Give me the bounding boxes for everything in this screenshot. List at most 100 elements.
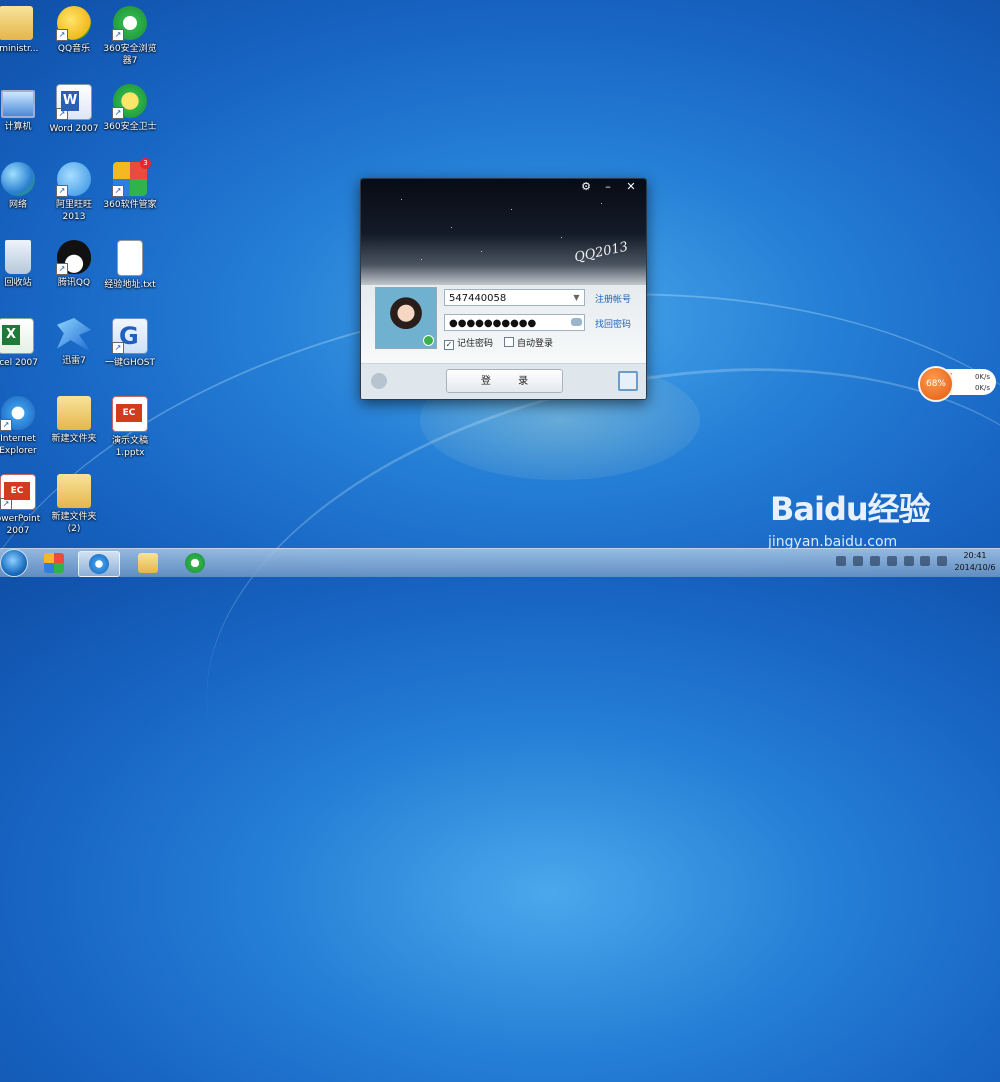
recover-password-link[interactable]: 找回密码 [595,317,631,330]
desktop-icon-new-folder[interactable]: 新建文件夹 [44,396,104,445]
network-speed-widget[interactable]: ↑ 0K/s ↓ 0K/s 68% [918,366,998,402]
desktop-icon-recycle-bin[interactable]: 回收站 [0,240,48,289]
expand-tray-icon[interactable] [852,556,863,566]
account-value: 547440058 [449,293,507,304]
usb-icon[interactable] [869,556,880,566]
icon-label: Internet Explorer [0,434,37,456]
desktop-icon-qq[interactable]: ↗ 腾讯QQ [44,240,104,289]
signal-icon[interactable] [903,556,914,566]
desktop-icon-ghost[interactable]: ↗ 一键GHOST [100,318,160,369]
taskbar-file-explorer[interactable] [128,551,168,575]
system-clock[interactable]: 20:41 2014/10/6 [950,550,1000,574]
qq-icon: ↗ [56,240,91,275]
browser-360-icon: ↗ [112,6,147,41]
qq-signature-logo: QQ2013 [572,239,629,266]
network-icon [1,162,35,196]
settings-icon[interactable]: ⚙ [575,179,597,194]
qq-login-window: QQ2013 ⚙ – ✕ 547440058 ▼ 注册帐号 ●●●●●●●●●●… [360,178,647,400]
icon-label: xcel 2007 [0,358,38,368]
clock-time: 20:41 [963,551,987,560]
icon-label: 迅雷7 [62,356,86,366]
shortcut-arrow-icon: ↗ [112,342,124,354]
excel-icon [0,318,34,354]
keyboard-icon[interactable] [571,318,582,326]
minimize-button[interactable]: – [597,179,619,194]
login-footer: 登 录 [361,363,646,399]
browser-360-icon [185,553,205,573]
powerpoint-icon: ↗ [0,474,36,510]
shortcut-arrow-icon: ↗ [56,185,68,197]
taskbar: 20:41 2014/10/6 [0,548,1000,577]
desktop-icon-xunlei[interactable]: 迅雷7 [44,318,104,367]
auto-login-checkbox[interactable]: 自动登录 [504,336,553,349]
download-speed: 0K/s [974,384,990,392]
icon-label: 360软件管家 [103,200,157,210]
network-icon[interactable] [886,556,897,566]
icon-label: 新建文件夹 [51,434,97,444]
shortcut-arrow-icon: ↗ [0,498,12,510]
icon-label: QQ音乐 [57,44,91,54]
remember-password-checkbox[interactable]: ✓ 记住密码 [444,336,493,350]
internet-explorer-icon: ↗ [0,396,35,431]
login-button[interactable]: 登 录 [446,369,563,393]
action-center-icon[interactable] [937,556,948,566]
desktop-icon-aliwangwang[interactable]: ↗ 阿里旺旺 2013 [44,162,104,223]
desktop-icon-computer[interactable]: 计算机 [0,84,48,133]
desktop-icon-360-browser[interactable]: ↗ 360安全浏览 器7 [100,6,160,67]
memory-usage-circle[interactable]: 68% [918,366,954,402]
register-account-link[interactable]: 注册帐号 [595,292,631,305]
volume-icon[interactable] [920,556,931,566]
keyboard-icon[interactable] [836,556,846,566]
desktop-icon-360-software-manager[interactable]: 3 ↗ 360软件管家 [100,158,160,211]
taskbar-internet-explorer[interactable] [78,551,120,577]
desktop-icon-network[interactable]: 网络 [0,162,48,211]
clock-date: 2014/10/6 [954,563,996,572]
desktop-icon-presentation[interactable]: 演示文稿 1.pptx [100,396,160,459]
desktop-icon-word[interactable]: ↗ Word 2007 [44,84,104,135]
avatar[interactable] [375,287,437,349]
icon-label: 网络 [8,200,27,210]
taskbar-360-browser[interactable] [175,551,215,575]
close-button[interactable]: ✕ [620,179,642,194]
multi-account-icon[interactable] [371,373,387,389]
password-input[interactable]: ●●●●●●●●●● [444,314,585,331]
desktop-icon-qqmusic[interactable]: ↗ QQ音乐 [44,6,104,55]
icon-label: 360安全卫士 [103,122,157,132]
qqmusic-icon: ↗ [56,6,91,41]
qr-code-icon[interactable] [618,371,638,391]
computer-icon [1,90,35,118]
star [561,237,562,238]
desktop-icon-text-file[interactable]: 经验地址.txt [100,240,160,291]
account-input[interactable]: 547440058 ▼ [444,289,585,306]
shortcut-arrow-icon: ↗ [56,108,68,120]
shortcut-arrow-icon: ↗ [112,107,124,119]
chevron-down-icon[interactable]: ▼ [569,290,584,305]
folder-icon [0,6,33,40]
folder-icon [57,396,91,430]
checkbox-label: 记住密码 [457,339,494,349]
ghost-icon: ↗ [112,318,148,354]
icon-label: 计算机 [4,122,32,132]
desktop-icon-administrator[interactable]: dministr... [0,6,46,55]
checkbox-checked: ✓ [444,340,454,350]
taskbar-windows-explorer-app[interactable] [34,551,74,575]
text-file-icon [117,240,143,276]
desktop-icon-new-folder-2[interactable]: 新建文件夹 (2) [44,474,104,535]
desktop-icon-excel[interactable]: x cel 2007 [0,318,46,369]
folder-icon [57,474,91,508]
recycle-bin-icon [5,240,31,274]
login-banner: QQ2013 ⚙ – ✕ [361,179,646,289]
online-status-icon [423,335,434,346]
desktop-icon-internet-explorer[interactable]: ↗ Internet Explorer [0,396,48,457]
shortcut-arrow-icon: ↗ [56,263,68,275]
software-manager-icon: 3 ↗ [112,158,151,197]
notification-badge: 3 [140,158,151,169]
desktop-icon-powerpoint[interactable]: ↗ owerPoint 2007 [0,474,48,537]
aliwangwang-icon: ↗ [56,162,91,197]
system-tray [836,556,951,570]
password-value: ●●●●●●●●●● [449,318,537,329]
desktop-icon-360-guard[interactable]: ↗ 360安全卫士 [100,84,160,133]
start-button[interactable] [0,549,28,577]
icon-label: owerPoint 2007 [0,514,41,536]
icon-label: 360安全浏览 器7 [103,44,157,66]
